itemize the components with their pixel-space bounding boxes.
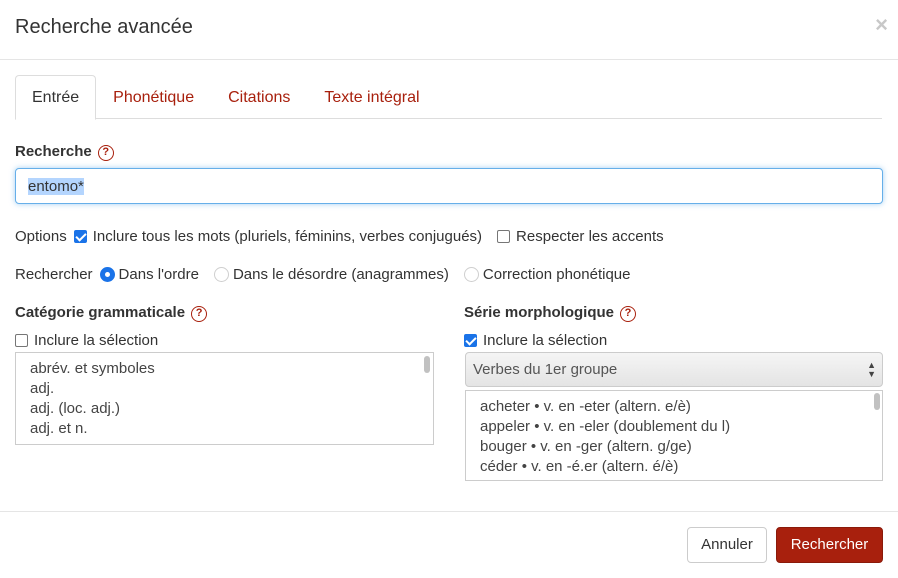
list-item[interactable]: céder • v. en -é.er (altern. é/è) (480, 457, 868, 477)
tab-texte-integral[interactable]: Texte intégral (307, 75, 436, 119)
radio-phonetic-label[interactable]: Correction phonétique (483, 266, 631, 283)
grammatical-category-heading: Catégorie grammaticale? (15, 304, 208, 322)
morphological-include-checkbox[interactable] (464, 334, 477, 347)
morphological-include-row: Inclure la sélection (464, 332, 607, 349)
radio-phonetic[interactable] (463, 267, 479, 282)
tab-citations[interactable]: Citations (211, 75, 307, 119)
radio-anagrams-label[interactable]: Dans le désordre (anagrammes) (233, 266, 449, 283)
options-label: Options (15, 228, 67, 245)
list-item[interactable]: acheter • v. en -eter (altern. e/è) (480, 397, 868, 417)
listbox-scrollbar[interactable] (874, 393, 880, 410)
grammatical-include-row: Inclure la sélection (15, 332, 158, 349)
include-all-words-checkbox[interactable] (73, 230, 87, 243)
radio-in-order[interactable] (99, 267, 115, 282)
grammatical-include-checkbox[interactable] (15, 334, 28, 347)
include-all-words-label[interactable]: Inclure tous les mots (pluriels, féminin… (93, 228, 482, 245)
dialog-header: Recherche avancée × (0, 0, 898, 60)
radio-in-order-label[interactable]: Dans l'ordre (119, 266, 199, 283)
respect-accents-label[interactable]: Respecter les accents (516, 228, 664, 245)
tab-phonetique[interactable]: Phonétique (96, 75, 211, 119)
cancel-button[interactable]: Annuler (687, 527, 767, 563)
search-label-group: Recherche? (15, 143, 114, 161)
respect-accents-checkbox[interactable] (497, 230, 511, 243)
list-item[interactable]: abrév. et symboles (30, 359, 419, 379)
list-item[interactable]: adj. (30, 379, 419, 399)
close-icon[interactable]: × (875, 13, 888, 37)
verb-group-selected: Verbes du 1er groupe (473, 361, 618, 378)
dialog-title: Recherche avancée (15, 16, 193, 38)
grammatical-include-label[interactable]: Inclure la sélection (34, 332, 158, 349)
grammatical-category-listbox[interactable]: abrév. et symboles adj. adj. (loc. adj.)… (15, 352, 434, 445)
morphological-series-heading: Série morphologique? (464, 304, 637, 322)
search-mode-label: Rechercher (15, 266, 93, 283)
search-label: Recherche (15, 143, 92, 160)
select-arrows-icon: ▲ ▼ (867, 360, 876, 379)
options-row: Options Inclure tous les mots (pluriels,… (15, 228, 664, 245)
help-icon[interactable]: ? (620, 306, 637, 322)
help-icon[interactable]: ? (97, 145, 114, 161)
list-item[interactable]: bouger • v. en -ger (altern. g/ge) (480, 437, 868, 457)
tab-bar: Entrée Phonétique Citations Texte intégr… (15, 75, 882, 120)
list-item[interactable]: adj. (loc. adj.) (30, 399, 419, 419)
morphological-include-label[interactable]: Inclure la sélection (483, 332, 607, 349)
list-item[interactable]: appeler • v. en -eler (doublement du l) (480, 417, 868, 437)
submit-search-button[interactable]: Rechercher (776, 527, 883, 563)
listbox-scrollbar[interactable] (424, 356, 430, 373)
grammatical-category-label: Catégorie grammaticale (15, 304, 186, 321)
tab-entree[interactable]: Entrée (15, 75, 97, 120)
list-item[interactable]: adj. et n. (30, 419, 419, 439)
morphological-series-listbox[interactable]: acheter • v. en -eter (altern. e/è) appe… (465, 390, 883, 481)
morphological-series-label: Série morphologique (464, 304, 615, 321)
search-input[interactable] (15, 168, 883, 204)
radio-anagrams[interactable] (213, 267, 229, 282)
search-mode-row: Rechercher Dans l'ordre Dans le désordre… (15, 266, 631, 283)
verb-group-select[interactable]: Verbes du 1er groupe ▲ ▼ (465, 352, 883, 387)
help-icon[interactable]: ? (191, 306, 208, 322)
